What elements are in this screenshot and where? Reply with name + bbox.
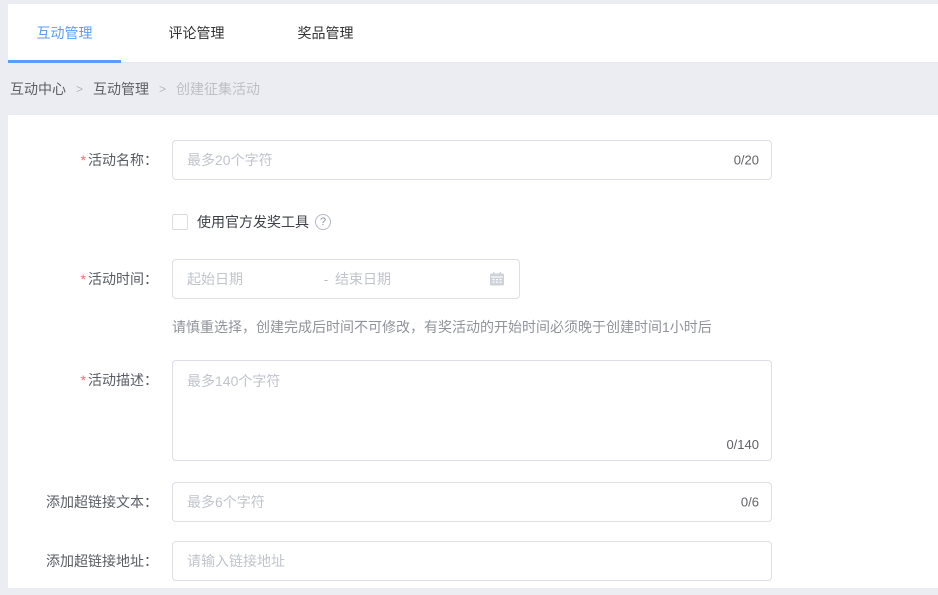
breadcrumb-item-current-page: 创建征集活动 — [176, 79, 260, 99]
activity-name-input[interactable] — [172, 140, 772, 180]
required-mark: * — [81, 271, 86, 287]
date-range-picker[interactable]: - — [172, 259, 520, 299]
hyperlink-url-input[interactable] — [172, 541, 772, 581]
tab-label: 评论管理 — [169, 23, 225, 43]
breadcrumb-item-interaction-center[interactable]: 互动中心 — [10, 79, 66, 99]
hyperlink-url-control — [172, 541, 772, 581]
start-date-input[interactable] — [187, 260, 317, 298]
breadcrumb-separator-icon: > — [76, 82, 83, 96]
hyperlink-text-label: 添加超链接文本： — [8, 493, 158, 511]
activity-name-counter: 0/20 — [734, 153, 759, 168]
official-tool-row: 使用官方发奖工具 ? — [8, 212, 938, 232]
calendar-icon[interactable] — [489, 271, 505, 287]
activity-description-row: *活动描述： 0/140 — [8, 360, 938, 461]
help-icon[interactable]: ? — [315, 214, 331, 230]
official-tool-checkbox[interactable] — [172, 214, 188, 230]
tab-bar: 互动管理 评论管理 奖品管理 — [8, 4, 938, 63]
activity-description-label: *活动描述： — [8, 360, 158, 389]
activity-time-row: *活动时间： - — [8, 259, 938, 299]
tab-prize-management[interactable]: 奖品管理 — [269, 4, 382, 62]
hyperlink-text-counter: 0/6 — [741, 495, 759, 510]
required-mark: * — [81, 152, 86, 168]
activity-time-label: *活动时间： — [8, 270, 158, 288]
tab-label: 奖品管理 — [298, 23, 354, 43]
activity-name-label: *活动名称： — [8, 151, 158, 169]
hyperlink-text-input[interactable] — [172, 482, 772, 522]
activity-time-control: - — [172, 259, 520, 299]
tab-interaction-management[interactable]: 互动管理 — [8, 4, 121, 62]
tab-label: 互动管理 — [37, 23, 93, 43]
activity-description-control: 0/140 — [172, 360, 772, 461]
breadcrumb-item-interaction-management[interactable]: 互动管理 — [93, 79, 149, 99]
tab-comment-management[interactable]: 评论管理 — [140, 4, 253, 62]
breadcrumb: 互动中心 > 互动管理 > 创建征集活动 — [10, 63, 260, 115]
time-hint-text: 请慎重选择，创建完成后时间不可修改，有奖活动的开始时间必须晚于创建时间1小时后 — [172, 317, 938, 337]
activity-description-counter: 0/140 — [726, 437, 759, 452]
activity-description-textarea[interactable] — [172, 360, 772, 461]
activity-name-row: *活动名称： 0/20 — [8, 140, 938, 180]
hyperlink-url-row: 添加超链接地址： — [8, 541, 938, 581]
official-tool-control: 使用官方发奖工具 ? — [172, 212, 331, 232]
required-mark: * — [81, 372, 86, 388]
hyperlink-text-control: 0/6 — [172, 482, 772, 522]
official-tool-label: 使用官方发奖工具 — [197, 212, 309, 232]
date-range-separator: - — [317, 272, 335, 287]
activity-name-control: 0/20 — [172, 140, 772, 180]
hyperlink-url-label: 添加超链接地址： — [8, 552, 158, 570]
hyperlink-text-row: 添加超链接文本： 0/6 — [8, 482, 938, 522]
breadcrumb-separator-icon: > — [159, 82, 166, 96]
end-date-input[interactable] — [335, 260, 465, 298]
create-activity-form: *活动名称： 0/20 使用官方发奖工具 ? *活动时间： - — [8, 115, 938, 588]
